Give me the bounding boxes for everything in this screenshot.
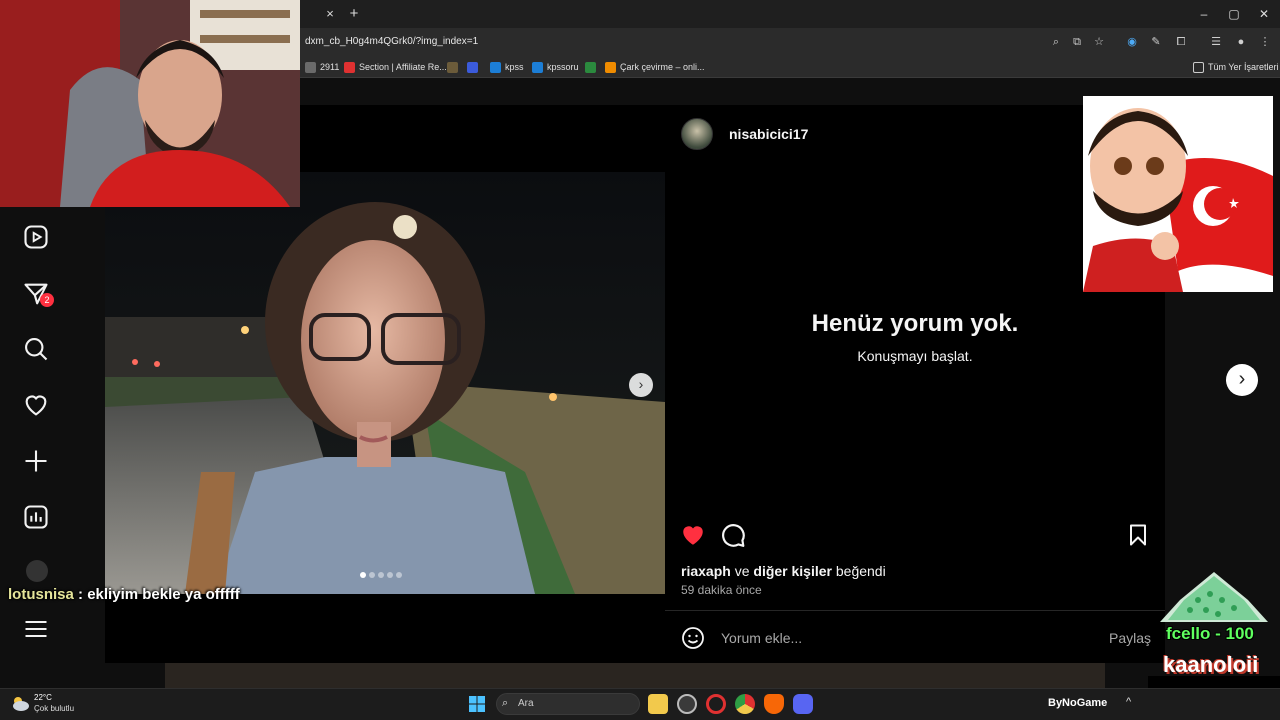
app-circle-icon[interactable] — [677, 694, 697, 714]
reels-icon[interactable] — [22, 223, 50, 251]
menu-icon[interactable] — [22, 615, 50, 643]
author-avatar[interactable] — [681, 118, 713, 150]
install-app-icon[interactable]: ⧉ — [1068, 33, 1086, 51]
share-button[interactable]: Paylaş — [1109, 630, 1151, 646]
panel-divider — [665, 610, 1165, 611]
extension-icon[interactable]: ◉ — [1123, 33, 1141, 51]
bookmark-label: 2911 — [320, 62, 340, 72]
weather-description: Çok bulutlu — [34, 704, 75, 713]
tab-close-icon[interactable]: × — [322, 6, 338, 22]
carousel-dots — [360, 572, 410, 580]
file-explorer-icon[interactable] — [648, 694, 668, 714]
background-feed-strip — [165, 662, 1105, 690]
streamer-webcam — [0, 0, 300, 207]
bookmark-item[interactable] — [467, 59, 478, 75]
extensions-puzzle-icon[interactable]: ⧠ — [1172, 33, 1190, 51]
dashboard-icon[interactable] — [22, 503, 50, 531]
brave-icon[interactable] — [764, 694, 784, 714]
liked-by-others-link[interactable]: diğer kişiler — [753, 563, 832, 579]
profile-avatar[interactable]: ● — [1232, 33, 1250, 51]
carousel-dot — [369, 572, 375, 578]
bookmark-favicon-icon — [344, 61, 355, 73]
liked-by-connector: ve — [730, 563, 754, 579]
new-tab-button[interactable]: + — [345, 5, 363, 23]
bookmark-label: kpss — [505, 62, 524, 72]
bookmark-favicon-icon — [605, 61, 616, 73]
post-photo — [105, 172, 665, 594]
no-comments-title: Henüz yorum yok. — [811, 310, 1019, 337]
likes-summary: riaxaph ve diğer kişiler beğendi — [681, 563, 886, 579]
bookmark-item[interactable]: 2911 — [305, 59, 339, 75]
messages-badge: 2 — [40, 293, 54, 307]
next-post-button[interactable]: › — [1226, 364, 1258, 396]
bookmark-favicon-icon — [467, 61, 478, 73]
comment-input[interactable] — [721, 628, 1091, 648]
carousel-dot — [360, 572, 366, 578]
stream-chat-message: lotusnisa : ekliyim bekle ya offfff — [8, 586, 240, 603]
carousel-dot — [396, 572, 402, 578]
bookmark-star-icon[interactable]: ☆ — [1090, 33, 1108, 51]
carousel-next-button[interactable]: › — [629, 373, 653, 397]
create-plus-icon[interactable] — [22, 447, 50, 475]
discord-icon[interactable] — [793, 694, 813, 714]
search-icon: ⌕ — [502, 697, 509, 709]
search-icon[interactable] — [22, 335, 50, 363]
all-bookmarks-label: Tüm Yer İşaretleri — [1208, 62, 1279, 72]
windows-start-icon[interactable] — [469, 696, 485, 712]
carousel-dot — [378, 572, 384, 578]
liked-by-user[interactable]: riaxaph — [681, 563, 731, 579]
zoom-icon[interactable]: ⌕ — [1047, 33, 1065, 51]
comment-icon[interactable] — [720, 522, 746, 548]
cloud-weather-icon[interactable] — [10, 694, 30, 712]
all-bookmarks-folder[interactable]: Tüm Yer İşaretleri — [1193, 59, 1279, 75]
save-bookmark-icon[interactable] — [1126, 522, 1150, 548]
bookmark-label: Section | Affiliate Re... — [359, 62, 447, 72]
bookmark-favicon-icon — [490, 61, 501, 73]
notifications-heart-icon[interactable] — [22, 391, 50, 419]
bookmark-label: kpssoru — [547, 62, 579, 72]
chat-username: lotusnisa — [8, 586, 74, 603]
media-icon[interactable]: ☰ — [1207, 33, 1225, 51]
bookmark-favicon-icon — [585, 61, 596, 73]
liked-by-suffix: beğendi — [831, 563, 886, 579]
url-field[interactable]: dxm_cb_H0g4m4QGrk0/?img_index=1 — [305, 34, 478, 50]
alert-username: kaanoloii — [1163, 652, 1259, 677]
profile-avatar[interactable] — [26, 560, 48, 582]
bookmark-item[interactable] — [585, 59, 596, 75]
opera-icon[interactable] — [706, 694, 726, 714]
chrome-icon[interactable] — [735, 694, 755, 714]
post-timestamp: 59 dakika önce — [681, 583, 762, 597]
folder-icon — [1193, 61, 1204, 73]
bookmark-item[interactable] — [447, 59, 458, 75]
alert-donor-amount: fcello - 100 — [1166, 624, 1254, 643]
streamer-flag-sticker — [1083, 96, 1273, 292]
carousel-dot — [387, 572, 393, 578]
bookmark-item[interactable]: kpss — [490, 59, 524, 75]
menu-kebab-icon[interactable]: ⋮ — [1256, 33, 1274, 51]
emoji-icon[interactable] — [681, 626, 705, 650]
chat-text: ekliyim bekle ya offfff — [87, 586, 240, 603]
bookmark-item[interactable]: Çark çevirme – onli... — [605, 59, 705, 75]
bookmark-favicon-icon — [447, 61, 458, 73]
bynogame-tray-app[interactable]: ByNoGame — [1048, 697, 1107, 709]
tray-chevron-up-icon[interactable]: ^ — [1126, 696, 1131, 708]
bookmark-item[interactable]: Section | Affiliate Re... — [344, 59, 447, 75]
bookmark-item[interactable]: kpssoru — [532, 59, 579, 75]
author-username[interactable]: nisabicici17 — [729, 126, 808, 142]
taskbar-search-label: Ara — [518, 698, 534, 709]
like-heart-icon[interactable] — [680, 522, 706, 548]
close-window-button[interactable]: ✕ — [1246, 4, 1280, 24]
bookmark-favicon-icon — [532, 61, 543, 73]
no-comments-subtitle: Konuşmayı başlat. — [857, 348, 973, 364]
weather-temperature: 22°C — [34, 693, 52, 702]
bookmark-favicon-icon — [305, 61, 316, 73]
chat-separator: : — [73, 586, 88, 603]
bookmark-label: Çark çevirme – onli... — [620, 62, 705, 72]
pen-icon[interactable]: ✎ — [1147, 33, 1165, 51]
